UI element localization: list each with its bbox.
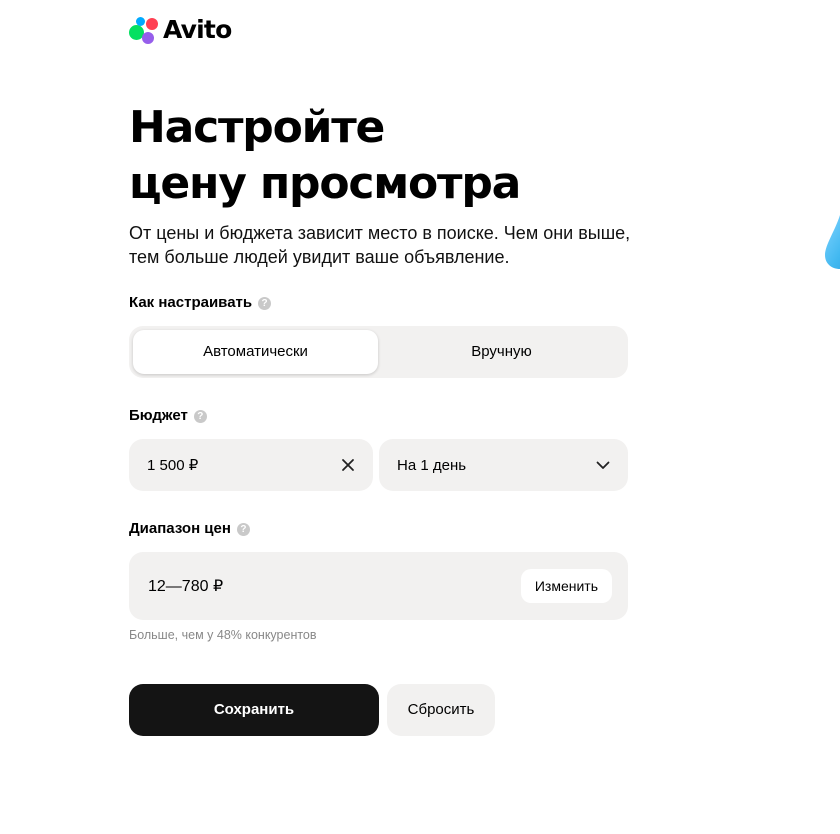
competitors-hint: Больше, чем у 48% конкурентов <box>129 628 317 642</box>
budget-input[interactable]: 1 500 ₽ <box>129 439 373 491</box>
avito-logo[interactable]: Avito <box>129 14 232 46</box>
page-title: Настройте цену просмотра <box>129 100 521 212</box>
page-title-line2: цену просмотра <box>129 158 521 209</box>
mode-option-manual[interactable]: Вручную <box>379 330 624 374</box>
budget-value: 1 500 ₽ <box>147 457 199 474</box>
mode-segmented-control: Автоматически Вручную <box>129 326 628 378</box>
save-button[interactable]: Сохранить <box>129 684 379 736</box>
budget-label: Бюджет ? <box>129 406 207 426</box>
price-range-field: 12—780 ₽ Изменить <box>129 552 628 620</box>
page-title-line1: Настройте <box>129 102 385 153</box>
logo-dots-icon <box>129 14 161 46</box>
decorative-drop-icon <box>823 213 840 271</box>
page: Avito Настройте цену просмотра От цены и… <box>0 0 840 834</box>
chevron-down-icon <box>596 461 610 470</box>
mode-option-auto[interactable]: Автоматически <box>133 330 378 374</box>
close-icon[interactable] <box>341 458 355 472</box>
budget-period-value: На 1 день <box>397 456 467 474</box>
reset-button[interactable]: Сбросить <box>387 684 495 736</box>
question-circle-icon[interactable]: ? <box>258 296 272 310</box>
page-subtitle: От цены и бюджета зависит место в поиске… <box>129 223 631 267</box>
price-range-label: Диапазон цен ? <box>129 519 250 539</box>
logo-dot-blue <box>136 17 145 26</box>
price-range-value: 12—780 ₽ <box>148 578 224 595</box>
price-range-label-text: Диапазон цен <box>129 520 231 537</box>
logo-dot-purple <box>142 32 154 44</box>
budget-label-text: Бюджет <box>129 407 188 424</box>
mode-label: Как настраивать ? <box>129 293 272 313</box>
question-circle-icon[interactable]: ? <box>236 522 250 536</box>
question-circle-icon[interactable]: ? <box>193 409 207 423</box>
change-range-button[interactable]: Изменить <box>520 569 612 603</box>
logo-text: Avito <box>163 15 232 44</box>
budget-period-select[interactable]: На 1 день <box>379 439 628 491</box>
logo-dot-red <box>146 18 158 30</box>
mode-label-text: Как настраивать <box>129 294 253 311</box>
